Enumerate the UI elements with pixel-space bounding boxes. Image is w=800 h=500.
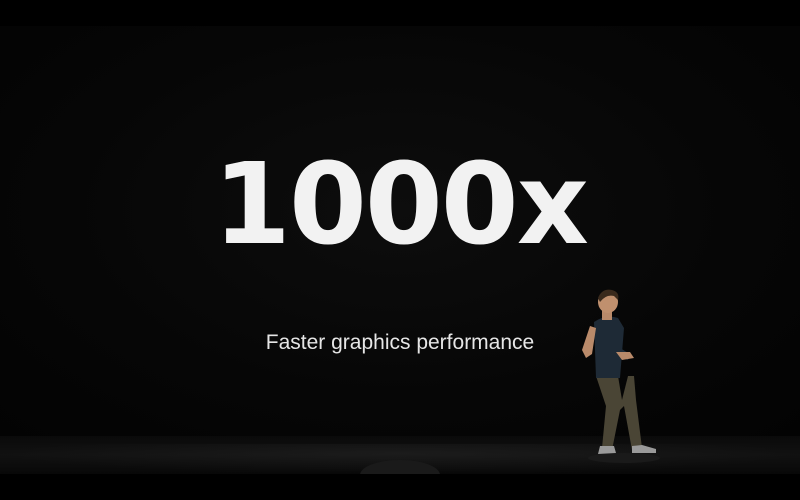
presenter-figure (582, 289, 660, 463)
slide-headline: 1000x (213, 140, 589, 270)
slide-subtitle: Faster graphics performance (265, 331, 535, 354)
letterbox-top (0, 0, 800, 26)
presenter-shoe-right (632, 445, 656, 453)
presenter-shoe-left (598, 446, 616, 454)
keynote-stage: 1000x Faster graphics performance (0, 0, 800, 500)
presenter-shadow (588, 453, 660, 463)
presenter-left-arm (582, 326, 596, 358)
letterbox-bottom (0, 474, 800, 500)
presenter-legs (596, 376, 642, 450)
